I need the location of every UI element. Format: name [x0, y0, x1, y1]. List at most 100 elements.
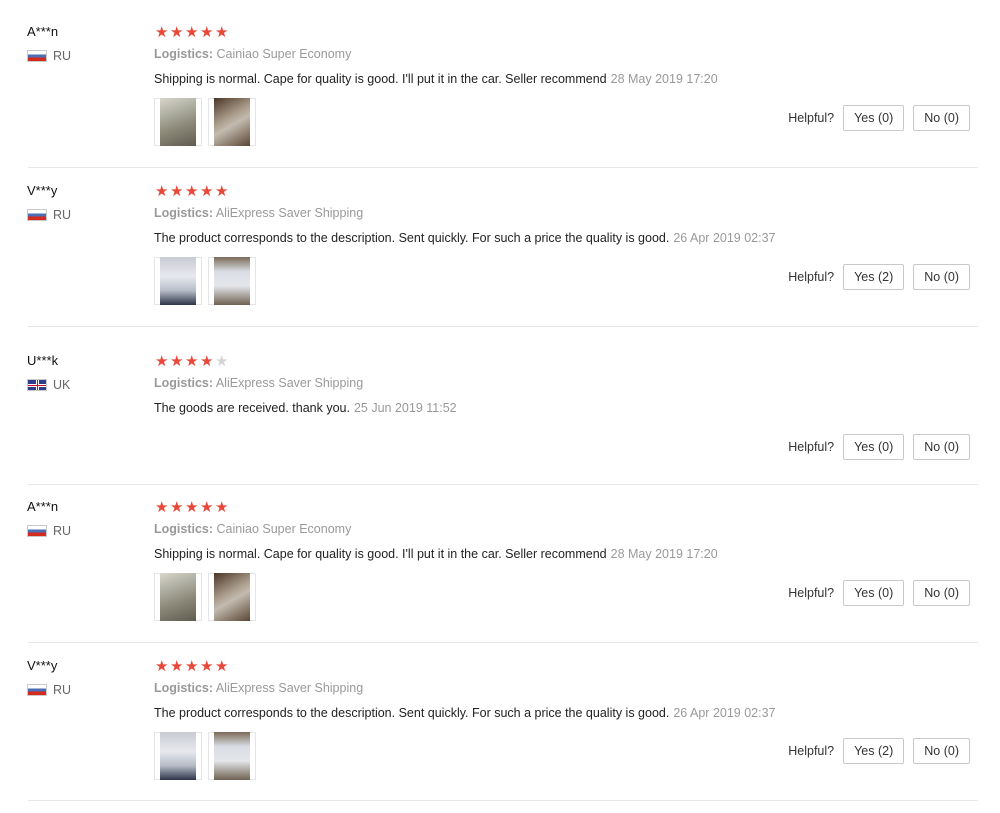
logistics-label: Logistics:: [154, 47, 214, 61]
logistics-method: AliExpress Saver Shipping: [215, 206, 364, 220]
review-body: The product corresponds to the descripti…: [154, 231, 670, 245]
helpful-vote: Helpful? Yes (2) No (0): [788, 264, 970, 290]
star-rating: ★★★★★: [155, 184, 230, 200]
star-filled-icon: ★: [155, 183, 170, 200]
helpful-label: Helpful?: [788, 586, 835, 600]
review-photo-thumbnail[interactable]: [154, 573, 202, 621]
helpful-yes-button[interactable]: Yes (0): [843, 105, 905, 131]
helpful-label: Helpful?: [788, 744, 835, 758]
star-filled-icon: ★: [200, 24, 215, 41]
logistics-label: Logistics:: [154, 206, 214, 220]
reviewer-name: V***y: [27, 658, 58, 673]
review-photos: [154, 98, 256, 146]
helpful-yes-button[interactable]: Yes (0): [843, 434, 905, 460]
country-code: RU: [53, 683, 72, 697]
logistics-label: Logistics:: [154, 522, 214, 536]
logistics-info: Logistics: AliExpress Saver Shipping: [154, 681, 363, 695]
review-photos: [154, 732, 256, 780]
reviewer-country: RU: [27, 49, 71, 63]
star-filled-icon: ★: [155, 24, 170, 41]
russia-flag-icon: [27, 525, 47, 537]
logistics-info: Logistics: Cainiao Super Economy: [154, 47, 351, 61]
helpful-no-button[interactable]: No (0): [913, 434, 970, 460]
review-body: Shipping is normal. Cape for quality is …: [154, 72, 607, 86]
russia-flag-icon: [27, 684, 47, 696]
star-filled-icon: ★: [170, 658, 185, 675]
review-body: Shipping is normal. Cape for quality is …: [154, 547, 607, 561]
helpful-no-button[interactable]: No (0): [913, 105, 970, 131]
star-filled-icon: ★: [185, 353, 200, 370]
reviewer-country: RU: [27, 524, 71, 538]
reviewer-name: V***y: [27, 183, 58, 198]
helpful-vote: Helpful? Yes (0) No (0): [788, 434, 970, 460]
review-divider: [28, 642, 978, 643]
star-filled-icon: ★: [155, 353, 170, 370]
uk-flag-icon: [27, 379, 47, 391]
reviewer-country: RU: [27, 208, 71, 222]
russia-flag-icon: [27, 50, 47, 62]
star-rating: ★★★★★: [155, 354, 230, 370]
star-filled-icon: ★: [185, 183, 200, 200]
star-filled-icon: ★: [155, 499, 170, 516]
helpful-yes-button[interactable]: Yes (2): [843, 264, 905, 290]
star-filled-icon: ★: [170, 499, 185, 516]
review-text: The goods are received. thank you. 25 Jun…: [154, 401, 457, 415]
star-filled-icon: ★: [215, 658, 230, 675]
star-filled-icon: ★: [185, 499, 200, 516]
review-photo-thumbnail[interactable]: [154, 257, 202, 305]
logistics-method: Cainiao Super Economy: [216, 522, 352, 536]
star-filled-icon: ★: [170, 353, 185, 370]
helpful-label: Helpful?: [788, 440, 835, 454]
review-date: 28 May 2019 17:20: [610, 72, 718, 86]
country-code: RU: [53, 208, 72, 222]
helpful-yes-button[interactable]: Yes (2): [843, 738, 905, 764]
star-filled-icon: ★: [185, 24, 200, 41]
review-divider: [28, 800, 978, 801]
star-filled-icon: ★: [170, 183, 185, 200]
review-photos: [154, 257, 256, 305]
review-text: Shipping is normal. Cape for quality is …: [154, 72, 718, 86]
helpful-vote: Helpful? Yes (0) No (0): [788, 105, 970, 131]
star-rating: ★★★★★: [155, 500, 230, 516]
star-rating: ★★★★★: [155, 659, 230, 675]
review-divider: [28, 326, 978, 327]
review-text: The product corresponds to the descripti…: [154, 231, 776, 245]
reviewer-name: U***k: [27, 353, 59, 368]
star-filled-icon: ★: [215, 24, 230, 41]
reviewer-country: RU: [27, 683, 71, 697]
helpful-label: Helpful?: [788, 111, 835, 125]
country-code: UK: [53, 378, 71, 392]
review-photo-thumbnail[interactable]: [208, 732, 256, 780]
logistics-label: Logistics:: [154, 681, 214, 695]
review-date: 26 Apr 2019 02:37: [673, 231, 776, 245]
reviewer-country: UK: [27, 378, 70, 392]
star-filled-icon: ★: [185, 658, 200, 675]
review-divider: [28, 167, 978, 168]
review-photo-thumbnail[interactable]: [154, 732, 202, 780]
logistics-label: Logistics:: [154, 376, 214, 390]
review-photo-thumbnail[interactable]: [154, 98, 202, 146]
logistics-method: AliExpress Saver Shipping: [215, 681, 364, 695]
review-photo-thumbnail[interactable]: [208, 573, 256, 621]
helpful-no-button[interactable]: No (0): [913, 738, 970, 764]
star-filled-icon: ★: [200, 353, 215, 370]
star-filled-icon: ★: [200, 499, 215, 516]
review-photo-thumbnail[interactable]: [208, 257, 256, 305]
reviewer-name: A***n: [27, 24, 59, 39]
review-divider: [28, 484, 978, 485]
helpful-no-button[interactable]: No (0): [913, 264, 970, 290]
helpful-vote: Helpful? Yes (0) No (0): [788, 580, 970, 606]
star-rating: ★★★★★: [155, 25, 230, 41]
helpful-no-button[interactable]: No (0): [913, 580, 970, 606]
review-date: 26 Apr 2019 02:37: [673, 706, 776, 720]
russia-flag-icon: [27, 209, 47, 221]
star-empty-icon: ★: [215, 353, 230, 370]
review-date: 25 Jun 2019 11:52: [353, 401, 457, 415]
star-filled-icon: ★: [170, 24, 185, 41]
logistics-method: AliExpress Saver Shipping: [215, 376, 364, 390]
review-date: 28 May 2019 17:20: [610, 547, 718, 561]
star-filled-icon: ★: [200, 658, 215, 675]
review-photo-thumbnail[interactable]: [208, 98, 256, 146]
star-filled-icon: ★: [215, 183, 230, 200]
helpful-yes-button[interactable]: Yes (0): [843, 580, 905, 606]
